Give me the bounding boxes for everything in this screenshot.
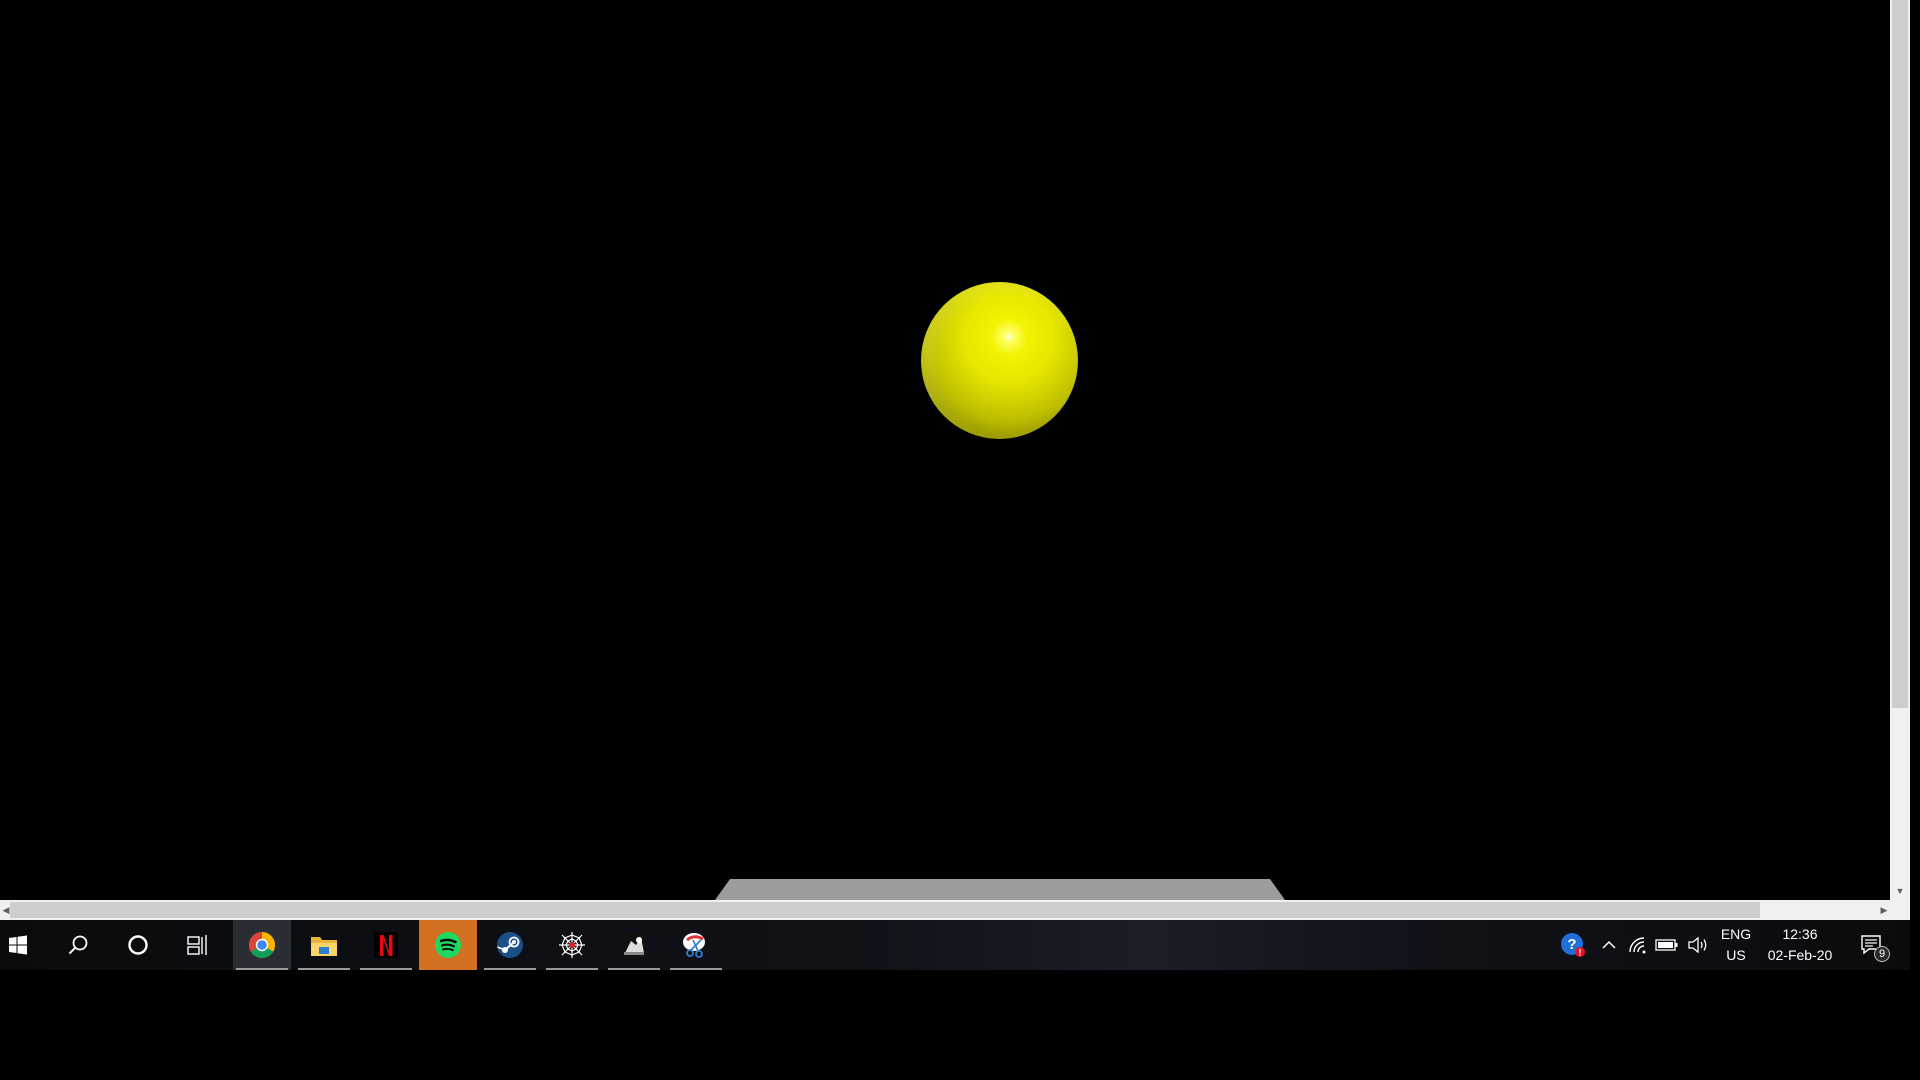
tray-network-button[interactable]: [1624, 920, 1652, 970]
horizontal-scroll-thumb[interactable]: [10, 902, 1760, 918]
tray-help-button[interactable]: ? !: [1556, 920, 1590, 970]
notification-count-badge: 9: [1874, 946, 1890, 962]
taskbar-app-steam[interactable]: [481, 920, 539, 970]
tray-battery-button[interactable]: [1652, 920, 1682, 970]
chrome-icon: [248, 931, 276, 959]
task-view-button[interactable]: [176, 920, 220, 970]
taskbar-clock[interactable]: 12:36 02-Feb-20: [1758, 920, 1842, 970]
screen-edge: [1910, 0, 1920, 970]
vertical-scrollbar[interactable]: ▼: [1890, 0, 1910, 900]
svg-text:?: ?: [1567, 936, 1576, 953]
clock-date: 02-Feb-20: [1767, 947, 1833, 963]
taskbar-app-web[interactable]: [543, 920, 601, 970]
taskbar-app-spotify[interactable]: [419, 920, 477, 970]
help-icon: ? !: [1561, 933, 1585, 958]
taskbar-app-chrome[interactable]: [233, 920, 291, 970]
clock-time: 12:36: [1782, 926, 1818, 942]
snipping-tool-icon: [683, 933, 705, 958]
render-viewport[interactable]: [0, 0, 1890, 900]
action-center-button[interactable]: 9: [1852, 920, 1892, 970]
horizontal-scrollbar[interactable]: ◀ ▶: [0, 900, 1890, 920]
taskbar-app-file-explorer[interactable]: [295, 920, 353, 970]
game-icon: [620, 932, 648, 958]
taskbar-app-game[interactable]: [605, 920, 663, 970]
spiderweb-icon: [559, 932, 585, 958]
battery-icon: [1655, 939, 1678, 951]
taskbar-app-netflix[interactable]: [357, 920, 415, 970]
yellow-sphere: [921, 282, 1078, 439]
cortana-button[interactable]: [116, 920, 160, 970]
file-explorer-icon: [311, 937, 337, 956]
task-view-icon: [187, 935, 207, 955]
wifi-icon: [1629, 937, 1646, 954]
scroll-down-arrow-icon[interactable]: ▼: [1890, 882, 1910, 900]
taskbar-app-snipping-tool[interactable]: [667, 920, 725, 970]
spotify-icon: [435, 932, 461, 958]
vertical-scroll-thumb[interactable]: [1892, 0, 1908, 708]
search-icon: [68, 935, 88, 955]
netflix-icon: [374, 932, 398, 958]
volume-icon: [1688, 936, 1707, 954]
tray-volume-button[interactable]: [1684, 920, 1712, 970]
region-code: US: [1726, 947, 1746, 963]
start-button[interactable]: [0, 920, 36, 970]
scrollbar-corner: [1890, 900, 1910, 920]
language-code: ENG: [1720, 926, 1752, 942]
scroll-right-arrow-icon[interactable]: ▶: [1878, 900, 1890, 920]
tray-show-hidden-button[interactable]: [1596, 920, 1622, 970]
steam-icon: [497, 932, 523, 958]
chevron-up-icon: [1602, 940, 1616, 949]
screen-bottom-area: [0, 970, 1920, 1080]
svg-text:!: !: [1579, 948, 1582, 958]
windows-logo-icon: [9, 935, 27, 955]
cortana-circle-icon: [128, 935, 148, 955]
floor-plane: [715, 879, 1285, 900]
input-language-indicator[interactable]: ENG US: [1716, 920, 1756, 970]
search-button[interactable]: [56, 920, 100, 970]
